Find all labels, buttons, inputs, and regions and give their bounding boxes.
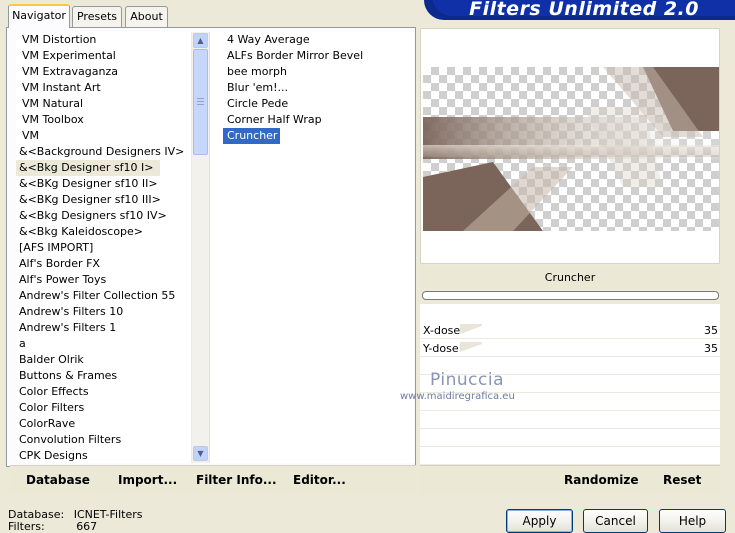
param-row-y-dose[interactable]: Y-dose 35 bbox=[420, 340, 720, 357]
category-item[interactable]: VM Instant Art bbox=[16, 81, 101, 94]
category-item[interactable]: &<Background Designers IV> bbox=[16, 145, 184, 158]
category-item[interactable]: Alf's Border FX bbox=[16, 257, 100, 270]
param-label: Y-dose bbox=[423, 342, 459, 355]
category-item[interactable]: Balder Olrik bbox=[16, 353, 84, 366]
filter-item[interactable]: Cruncher bbox=[222, 128, 281, 144]
filter-item[interactable]: 4 Way Average bbox=[222, 33, 310, 46]
tab-label: Navigator bbox=[12, 9, 66, 22]
filter-item[interactable]: ALFs Border Mirror Bevel bbox=[222, 49, 363, 62]
cancel-button[interactable]: Cancel bbox=[583, 509, 648, 533]
category-item[interactable]: VM Experimental bbox=[16, 49, 116, 62]
scroll-down-icon[interactable]: ▼ bbox=[193, 446, 208, 461]
category-item[interactable]: VM bbox=[16, 129, 39, 142]
app-banner: Filters Unlimited 2.0 bbox=[424, 0, 735, 20]
category-item[interactable]: Alf's Power Toys bbox=[16, 273, 106, 286]
category-item[interactable]: VM Distortion bbox=[16, 33, 96, 46]
param-label: X-dose bbox=[423, 324, 461, 337]
category-item[interactable]: ColorRave bbox=[16, 417, 75, 430]
status-filters: Filters: 667 bbox=[8, 520, 97, 533]
category-scrollbar[interactable]: ▲ ▼ bbox=[191, 32, 209, 463]
param-row-empty bbox=[420, 448, 720, 465]
category-item[interactable]: &<BKg Designer sf10 III> bbox=[16, 193, 161, 206]
param-value: 35 bbox=[704, 324, 718, 337]
watermark-name: Pinuccia bbox=[430, 370, 504, 390]
category-item[interactable]: [AFS IMPORT] bbox=[16, 241, 93, 254]
scrollbar-thumb[interactable] bbox=[193, 49, 208, 155]
category-item[interactable]: &<Bkg Kaleidoscope> bbox=[16, 225, 143, 238]
tab-presets[interactable]: Presets bbox=[72, 6, 122, 27]
randomize-button[interactable]: Randomize bbox=[564, 473, 638, 487]
category-item[interactable]: &<Bkg Designers sf10 IV> bbox=[16, 209, 167, 222]
category-item[interactable]: Color Effects bbox=[16, 385, 89, 398]
filters-value: 667 bbox=[76, 520, 98, 533]
database-button[interactable]: Database bbox=[26, 473, 90, 487]
preview-image bbox=[423, 67, 719, 231]
filter-name-label: Cruncher bbox=[544, 271, 596, 284]
tab-navigator[interactable]: Navigator bbox=[8, 4, 70, 28]
filter-list[interactable]: 4 Way Average ALFs Border Mirror Bevel bee… bbox=[222, 32, 414, 463]
category-list[interactable]: VM Distortion VM Experimental VM Extravaga… bbox=[16, 32, 191, 463]
filter-item[interactable]: bee morph bbox=[222, 65, 287, 78]
param-row-x-dose[interactable]: X-dose 35 bbox=[420, 322, 720, 339]
scroll-up-icon[interactable]: ▲ bbox=[193, 33, 208, 48]
filter-item[interactable]: Blur 'em!... bbox=[222, 81, 288, 94]
filter-info-button[interactable]: Filter Info... bbox=[196, 473, 277, 487]
tab-label: Presets bbox=[76, 10, 118, 23]
category-item[interactable]: Andrew's Filter Collection 55 bbox=[16, 289, 175, 302]
watermark-url: www.maidiregrafica.eu bbox=[400, 391, 515, 402]
category-item[interactable]: Convolution Filters bbox=[16, 433, 121, 446]
banner-title: Filters Unlimited 2.0 bbox=[469, 0, 699, 20]
progress-bar bbox=[422, 291, 719, 300]
category-item[interactable]: Buttons & Frames bbox=[16, 369, 117, 382]
editor-button[interactable]: Editor... bbox=[293, 473, 346, 487]
category-item[interactable]: Andrew's Filters 1 bbox=[16, 321, 116, 334]
category-item[interactable]: &<Bkg Designer sf10 I> bbox=[16, 160, 160, 176]
param-value: 35 bbox=[704, 342, 718, 355]
filters-label: Filters: bbox=[8, 520, 45, 533]
list-divider bbox=[209, 32, 223, 463]
apply-button[interactable]: Apply bbox=[506, 509, 573, 533]
category-item[interactable]: VM Toolbox bbox=[16, 113, 84, 126]
filter-item[interactable]: Circle Pede bbox=[222, 97, 288, 110]
tab-label: About bbox=[130, 10, 163, 23]
category-item[interactable]: CPK Designs bbox=[16, 449, 88, 462]
category-item[interactable]: VM Natural bbox=[16, 97, 83, 110]
help-button[interactable]: Help bbox=[659, 509, 726, 533]
param-row-empty bbox=[420, 430, 720, 447]
category-item[interactable]: Andrew's Filters 10 bbox=[16, 305, 123, 318]
filter-item[interactable]: Corner Half Wrap bbox=[222, 113, 322, 126]
import-button[interactable]: Import... bbox=[118, 473, 177, 487]
category-item[interactable]: Color Filters bbox=[16, 401, 84, 414]
category-item[interactable]: &<BKg Designer sf10 II> bbox=[16, 177, 158, 190]
category-item[interactable]: a bbox=[16, 337, 26, 350]
reset-button[interactable]: Reset bbox=[663, 473, 701, 487]
param-row-empty bbox=[420, 412, 720, 429]
category-item[interactable]: VM Extravaganza bbox=[16, 65, 118, 78]
tab-about[interactable]: About bbox=[125, 6, 168, 27]
